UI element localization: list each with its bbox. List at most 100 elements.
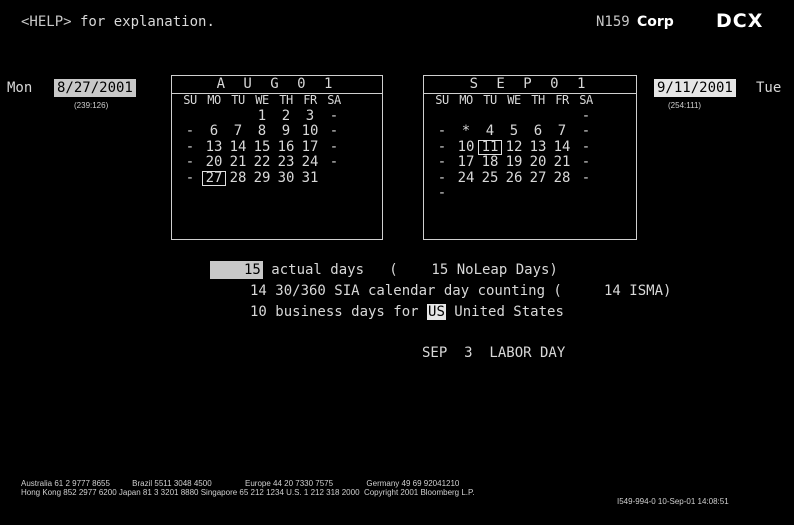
calendar-day[interactable]: 31 <box>298 170 322 187</box>
calendar-day[interactable]: 18 <box>478 154 502 171</box>
calendar-day[interactable]: 28 <box>550 170 574 187</box>
calendar-day[interactable]: 14 <box>550 139 574 156</box>
calendar-week-row: - * 4 5 6 7- <box>430 123 598 140</box>
calendar-day[interactable]: 3 <box>298 108 322 125</box>
calendar-blank: - <box>437 169 447 186</box>
business-days-line: 10 business days for US United States <box>250 304 564 320</box>
calendar-day[interactable]: 12 <box>502 139 526 156</box>
calendar-week-row: -6 7 8 9 10- <box>178 123 346 140</box>
calendar-day[interactable]: 6 <box>202 123 226 140</box>
weekday-header-row: SU MO TU WE TH FR SA <box>430 93 598 109</box>
calendar-day[interactable]: 22 <box>250 154 274 171</box>
calendar-day[interactable]: 25 <box>478 170 502 187</box>
end-date-code: (254:111) <box>668 101 702 110</box>
calendar-day[interactable]: 21 <box>550 154 574 171</box>
calendar-week-row: -20 21 22 23 24- <box>178 154 346 171</box>
calendar-blank: - <box>185 169 195 186</box>
calendar-week-row: - <box>430 107 598 125</box>
calendar-day[interactable]: 20 <box>526 154 550 171</box>
calendar-day[interactable]: 11 <box>478 139 502 155</box>
calendar-day[interactable]: 16 <box>274 139 298 156</box>
calendar-blank: * <box>461 123 471 139</box>
calendar-blank: - <box>581 154 591 170</box>
weekday-header: SU <box>435 93 449 107</box>
calendar-day[interactable]: 27 <box>202 170 226 186</box>
calendar-day[interactable]: 4 <box>478 123 502 140</box>
weekday-header-row: SU MO TU WE TH FR SA <box>178 93 346 109</box>
weekday-header: MO <box>207 93 221 107</box>
calendar-week-row: -13 14 15 16 17- <box>178 138 346 156</box>
calendar-day[interactable]: 20 <box>202 154 226 171</box>
calendar-day[interactable]: 1 <box>250 108 274 125</box>
calendar-grid: SU MO TU WE TH FR SA - - * 4 5 6 7- -10 11 12 13 14- -17 18 1… <box>430 93 598 202</box>
weekday-header: TH <box>279 93 293 107</box>
calendar-day[interactable]: 8 <box>250 123 274 140</box>
calendar-day[interactable]: 9 <box>274 123 298 140</box>
calendar-week-row: -27 28 29 30 31 <box>178 169 346 187</box>
start-date-field[interactable]: 8/27/2001 <box>54 79 136 97</box>
weekday-header: TU <box>483 93 497 107</box>
calendar-day[interactable]: 30 <box>274 170 298 187</box>
calendar-day[interactable]: 24 <box>454 170 478 187</box>
calendar-day[interactable]: 13 <box>526 139 550 156</box>
calendar-blank: - <box>185 123 195 139</box>
weekday-header: TU <box>231 93 245 107</box>
calendar-september: S E P 0 1 SU MO TU WE TH FR SA - - * 4 5 6 7- -10 11 12 1… <box>423 75 637 240</box>
calendar-day[interactable]: 17 <box>454 154 478 171</box>
calendar-week-row: -10 11 12 13 14- <box>430 138 598 156</box>
help-key[interactable]: <HELP> <box>21 14 72 30</box>
calendar-day[interactable]: 21 <box>226 154 250 171</box>
calendar-day[interactable]: 15 <box>250 139 274 156</box>
calendar-blank <box>550 186 574 202</box>
calendar-august: A U G 0 1 SU MO TU WE TH FR SA 1 2 3- -6 7 8 9 10- -13 1… <box>171 75 383 240</box>
footer-timestamp: I549-994-0 10-Sep-01 14:08:51 <box>617 497 729 506</box>
calendar-day[interactable]: 28 <box>226 170 250 187</box>
calendar-week-row: 123- <box>178 107 346 125</box>
calendar-blank <box>322 171 346 187</box>
calendar-day[interactable]: 7 <box>226 123 250 140</box>
calendar-day[interactable]: 27 <box>526 170 550 187</box>
calendar-day[interactable]: 23 <box>274 154 298 171</box>
calendar-blank: - <box>329 138 339 155</box>
calendar-blank: - <box>581 107 591 124</box>
calendar-day[interactable]: 13 <box>202 139 226 156</box>
help-hint-text: for explanation. <box>71 14 215 30</box>
calendar-day[interactable]: 26 <box>502 170 526 187</box>
calendar-blank <box>178 109 202 125</box>
calendar-blank <box>574 186 598 202</box>
start-weekday: Mon <box>7 80 33 96</box>
calendar-day[interactable]: 29 <box>250 170 274 187</box>
calendar-blank: - <box>185 138 195 155</box>
country-name: United States <box>445 304 564 320</box>
calendar-day[interactable]: 24 <box>298 154 322 171</box>
calendar-day[interactable]: 14 <box>226 139 250 156</box>
calendar-day[interactable]: 5 <box>502 123 526 140</box>
weekday-header: FR <box>555 93 569 107</box>
calendar-day[interactable]: 10 <box>298 123 322 140</box>
calendar-week-row: -17 18 19 20 21- <box>430 154 598 171</box>
calendar-title: S E P 0 1 <box>424 76 636 94</box>
calendar-day[interactable]: 10 <box>454 139 478 156</box>
footer-phones-1: Australia 61 2 9777 8655 Brazil 5511 304… <box>21 479 460 488</box>
calendar-day[interactable]: 7 <box>550 123 574 140</box>
calendar-day[interactable]: 6 <box>526 123 550 140</box>
calendar-blank: - <box>437 138 447 155</box>
calendar-day[interactable]: 17 <box>298 139 322 156</box>
weekday-header: WE <box>255 93 269 107</box>
actual-days-value[interactable]: 15 <box>210 261 263 279</box>
end-weekday: Tue <box>756 80 782 96</box>
calendar-day[interactable]: 2 <box>274 108 298 125</box>
weekday-header: TH <box>531 93 545 107</box>
calendar-blank <box>526 186 550 202</box>
screen-id: N159 <box>596 14 630 30</box>
actual-days-label: actual days ( 15 NoLeap Days) <box>262 262 558 278</box>
calendar-blank <box>454 109 478 125</box>
business-days-text: 10 business days for <box>250 304 428 320</box>
weekday-header: FR <box>303 93 317 107</box>
end-date-field[interactable]: 9/11/2001 <box>654 79 736 97</box>
calendar-blank <box>478 109 502 125</box>
calendar-day[interactable]: 19 <box>502 154 526 171</box>
calendar-blank: - <box>437 154 447 170</box>
calendar-blank: - <box>329 107 339 124</box>
country-code-field[interactable]: US <box>427 304 446 320</box>
